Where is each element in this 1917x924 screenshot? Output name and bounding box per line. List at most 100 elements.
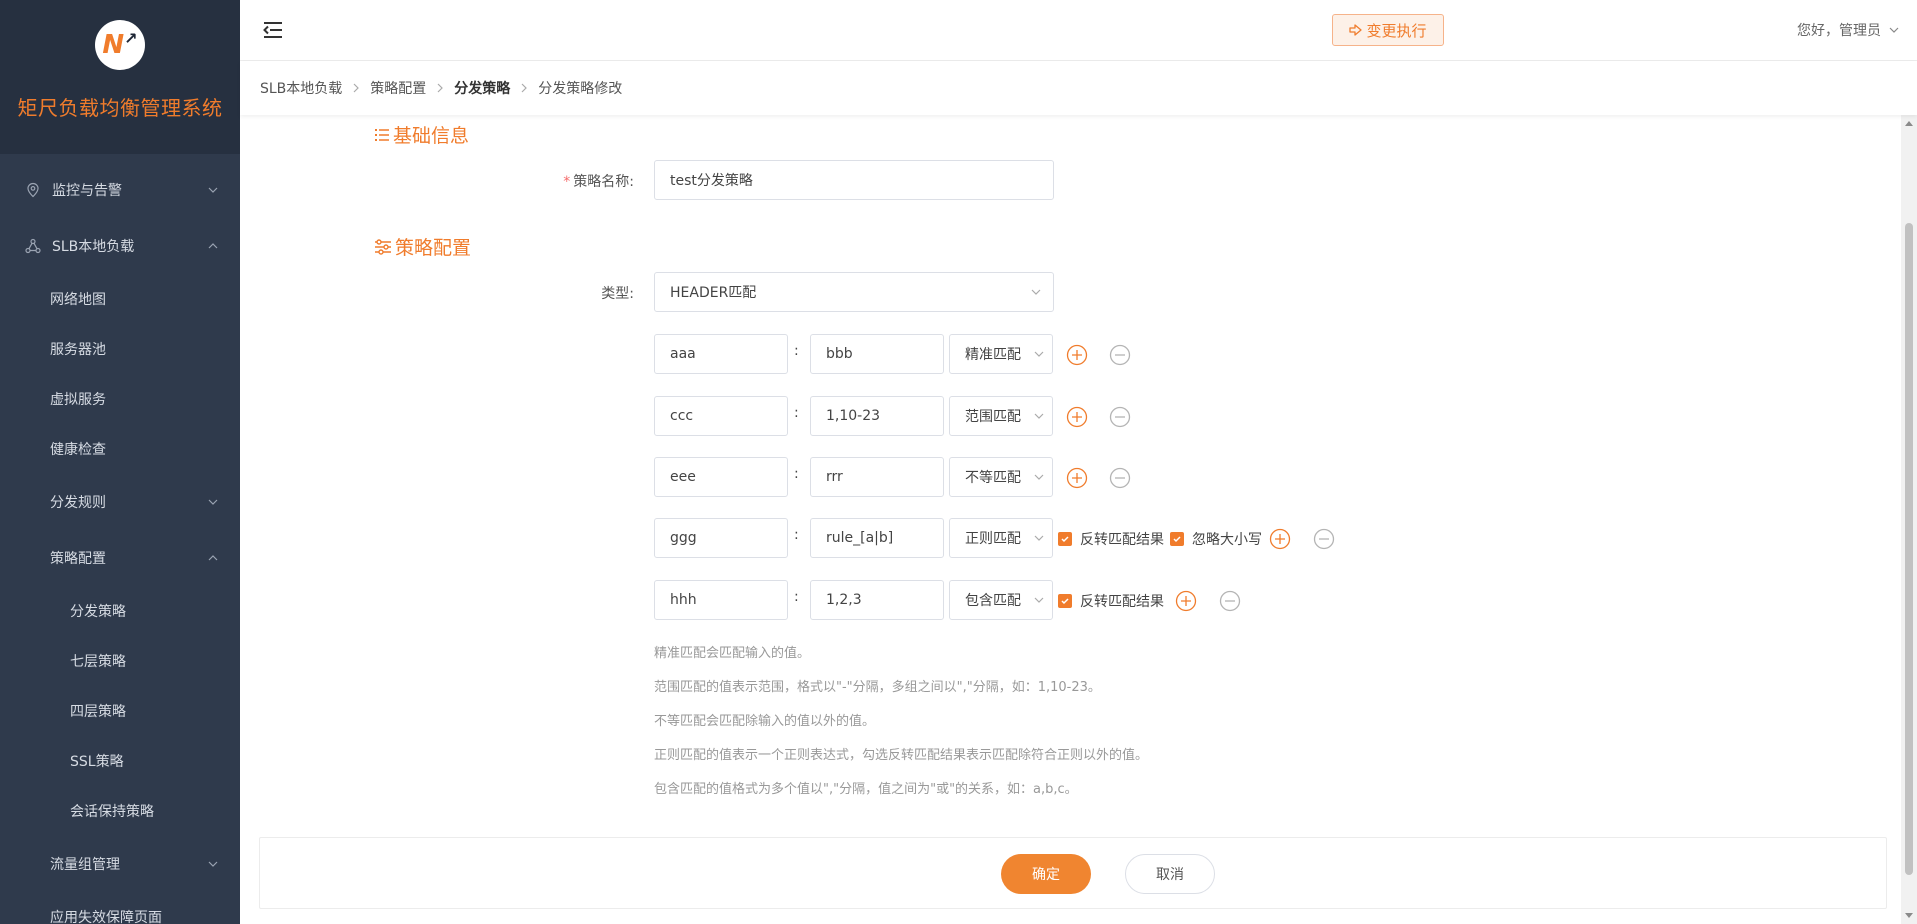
sidebar-item-label: SSL策略 <box>70 754 124 770</box>
sidebar-item-label: 七层策略 <box>70 654 126 670</box>
sidebar-item-network-map[interactable]: 网络地图 <box>0 274 240 324</box>
scroll-down-arrow-icon[interactable] <box>1905 913 1913 918</box>
add-row-icon[interactable] <box>1066 406 1088 428</box>
section-title-config: 策略配置 <box>374 233 471 260</box>
vertical-scrollbar[interactable] <box>1901 115 1917 924</box>
sidebar-item-policy-config[interactable]: 策略配置 <box>0 530 240 586</box>
policy-name-label: * 策略名称: <box>563 174 634 190</box>
header-key-input[interactable]: aaa <box>654 334 788 374</box>
top-bar: 变更执行 您好，管理员 <box>240 0 1917 61</box>
breadcrumb: SLB本地负载 策略配置 分发策略 分发策略修改 <box>240 61 1917 115</box>
remove-row-icon[interactable] <box>1109 406 1131 428</box>
chevron-down-icon <box>1034 597 1044 603</box>
section-title-basic-text: 基础信息 <box>393 125 470 147</box>
help-tip: 正则匹配的值表示一个正则表达式，勾选反转匹配结果表示匹配除符合正则以外的值。 <box>654 748 1149 763</box>
network-nodes-icon <box>24 237 42 255</box>
sidebar-item-server-pool[interactable]: 服务器池 <box>0 324 240 374</box>
chevron-down-icon <box>1031 289 1041 295</box>
checkbox-checked-icon <box>1058 594 1072 608</box>
invert-match-checkbox[interactable]: 反转匹配结果 <box>1058 591 1164 611</box>
type-select[interactable]: HEADER匹配 <box>654 272 1054 312</box>
brand: N ↗ 矩尺负载均衡管理系统 <box>0 0 240 154</box>
sidebar-item-label: 健康检查 <box>50 442 106 458</box>
sidebar-item-label: 会话保持策略 <box>70 804 154 820</box>
sidebar-item-session-policy[interactable]: 会话保持策略 <box>0 786 240 836</box>
menu-fold-icon[interactable] <box>262 20 284 40</box>
chevron-down-icon <box>208 499 218 505</box>
chevron-right-icon <box>521 83 528 93</box>
match-type-select[interactable]: 范围匹配 <box>949 396 1053 436</box>
match-type-select[interactable]: 不等匹配 <box>949 457 1053 497</box>
execute-arrow-icon <box>1349 24 1363 36</box>
header-value-input[interactable]: rule_[a|b] <box>810 518 944 558</box>
location-pin-icon <box>24 181 42 199</box>
colon-separator: : <box>794 405 799 421</box>
header-key-input[interactable]: ccc <box>654 396 788 436</box>
type-label: 类型: <box>601 286 634 302</box>
match-type-select[interactable]: 精准匹配 <box>949 334 1053 374</box>
match-type-select[interactable]: 包含匹配 <box>949 580 1053 620</box>
form-footer: 确定 取消 <box>259 837 1887 909</box>
sidebar-item-traffic-group[interactable]: 流量组管理 <box>0 836 240 892</box>
scroll-up-arrow-icon[interactable] <box>1905 121 1913 126</box>
sidebar-item-l7-policy[interactable]: 七层策略 <box>0 636 240 686</box>
sidebar-item-label: SLB本地负载 <box>52 239 135 255</box>
sidebar-item-ssl-policy[interactable]: SSL策略 <box>0 736 240 786</box>
sidebar-item-label: 流量组管理 <box>50 857 120 873</box>
header-key-input[interactable]: hhh <box>654 580 788 620</box>
sliders-icon <box>375 238 391 255</box>
header-value-input[interactable]: 1,10-23 <box>810 396 944 436</box>
header-key-input[interactable]: eee <box>654 457 788 497</box>
add-row-icon[interactable] <box>1066 344 1088 366</box>
chevron-right-icon <box>437 83 444 93</box>
sidebar-item-health-check[interactable]: 健康检查 <box>0 424 240 474</box>
match-type-select[interactable]: 正则匹配 <box>949 518 1053 558</box>
header-value-input[interactable]: 1,2,3 <box>810 580 944 620</box>
header-key-input[interactable]: ggg <box>654 518 788 558</box>
breadcrumb-item[interactable]: SLB本地负载 <box>260 78 342 98</box>
remove-row-icon[interactable] <box>1219 590 1241 612</box>
sidebar-item-label: 虚拟服务 <box>50 392 106 408</box>
scroll-thumb[interactable] <box>1905 223 1913 875</box>
header-value-input[interactable]: bbb <box>810 334 944 374</box>
remove-row-icon[interactable] <box>1109 344 1131 366</box>
breadcrumb-item[interactable]: 分发策略 <box>454 78 510 98</box>
sidebar-item-monitor[interactable]: 监控与告警 <box>0 162 240 218</box>
remove-row-icon[interactable] <box>1313 528 1335 550</box>
sidebar-item-dispatch-rules[interactable]: 分发规则 <box>0 474 240 530</box>
user-menu[interactable]: 您好，管理员 <box>1797 20 1899 40</box>
add-row-icon[interactable] <box>1269 528 1291 550</box>
change-execute-button[interactable]: 变更执行 <box>1332 14 1444 46</box>
breadcrumb-item[interactable]: 策略配置 <box>370 78 426 98</box>
ignore-case-checkbox[interactable]: 忽略大小写 <box>1170 529 1262 549</box>
sidebar-item-dispatch-policy[interactable]: 分发策略 <box>0 586 240 636</box>
add-row-icon[interactable] <box>1175 590 1197 612</box>
add-row-icon[interactable] <box>1066 467 1088 489</box>
section-title-config-text: 策略配置 <box>395 237 472 259</box>
colon-separator: : <box>794 527 799 543</box>
sidebar: N ↗ 矩尺负载均衡管理系统 监控与告警 SLB本地负载 网络地图 服务器池 虚拟… <box>0 0 240 924</box>
sidebar-item-failure-page[interactable]: 应用失效保障页面 <box>0 892 240 924</box>
sidebar-item-label: 策略配置 <box>50 551 106 567</box>
help-tip: 不等匹配会匹配除输入的值以外的值。 <box>654 714 876 729</box>
section-title-basic: 基础信息 <box>374 121 469 148</box>
sidebar-item-label: 四层策略 <box>70 704 126 720</box>
cancel-button[interactable]: 取消 <box>1125 854 1215 894</box>
remove-row-icon[interactable] <box>1109 467 1131 489</box>
sidebar-item-virtual-service[interactable]: 虚拟服务 <box>0 374 240 424</box>
checkbox-checked-icon <box>1170 532 1184 546</box>
chevron-up-icon <box>208 243 218 249</box>
sidebar-item-slb[interactable]: SLB本地负载 <box>0 218 240 274</box>
chevron-up-icon <box>208 555 218 561</box>
main-content: 基础信息 * 策略名称: test分发策略 策略配置 类型: HEADER匹配 a… <box>240 115 1901 924</box>
app-title: 矩尺负载均衡管理系统 <box>17 96 223 120</box>
user-greeting: 您好，管理员 <box>1797 23 1881 39</box>
confirm-button[interactable]: 确定 <box>1001 854 1091 894</box>
sidebar-item-l4-policy[interactable]: 四层策略 <box>0 686 240 736</box>
invert-match-checkbox[interactable]: 反转匹配结果 <box>1058 529 1164 549</box>
header-value-input[interactable]: rrr <box>810 457 944 497</box>
colon-separator: : <box>794 466 799 482</box>
colon-separator: : <box>794 343 799 359</box>
policy-name-input[interactable]: test分发策略 <box>654 160 1054 200</box>
chevron-down-icon <box>1034 413 1044 419</box>
